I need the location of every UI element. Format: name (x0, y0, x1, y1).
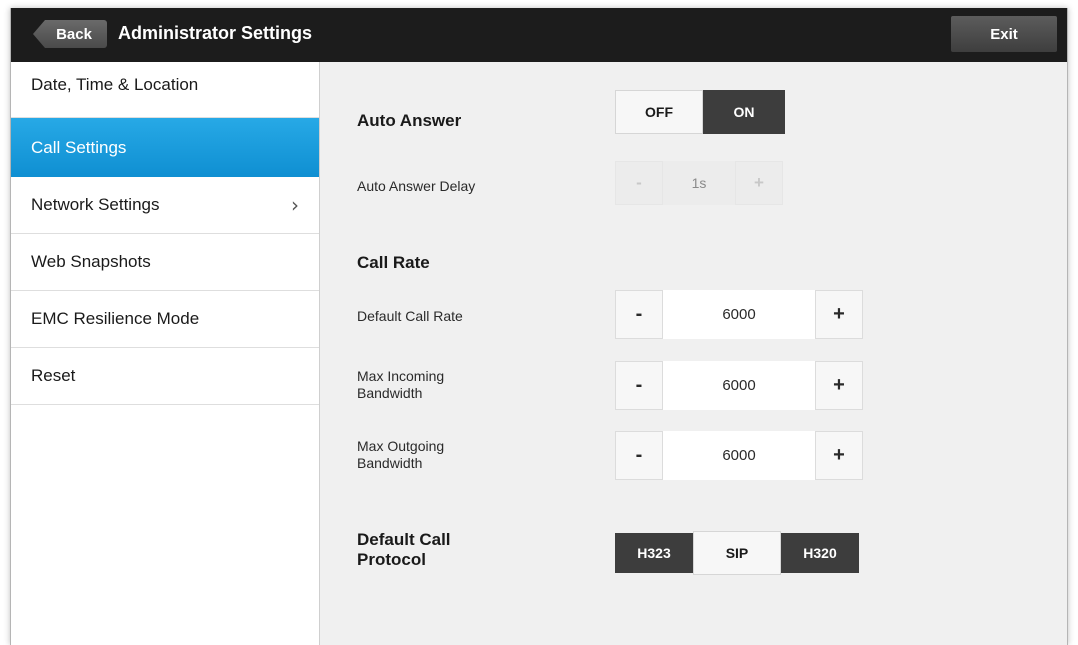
sidebar-item-web-snapshots[interactable]: Web Snapshots (11, 234, 319, 291)
sidebar-item-label: Reset (31, 366, 76, 385)
sidebar-item-label: Call Settings (31, 137, 127, 157)
decrement-button: - (615, 161, 663, 205)
page-title: Administrator Settings (118, 23, 313, 43)
auto-answer-delay-label: Auto Answer Delay (357, 178, 476, 194)
protocol-option-h320[interactable]: H320 (781, 533, 859, 573)
admin-settings-window: Back Administrator Settings Exit Date, T… (10, 8, 1068, 645)
increment-button[interactable]: + (815, 361, 863, 410)
call-rate-heading: Call Rate (357, 253, 430, 272)
decrement-button[interactable]: - (615, 290, 663, 339)
sidebar-item-label: Date, Time & Location (31, 75, 199, 94)
increment-button[interactable]: + (815, 290, 863, 339)
settings-sidebar: Date, Time & Location Call Settings Netw… (11, 62, 320, 645)
max-outgoing-bandwidth-label: Max Outgoing Bandwidth (357, 438, 445, 471)
protocol-option-sip[interactable]: SIP (693, 531, 781, 575)
protocol-option-h323[interactable]: H323 (615, 533, 693, 573)
auto-answer-delay-value: 1s (663, 161, 735, 205)
auto-answer-label: Auto Answer (357, 111, 462, 130)
default-call-protocol-label: Default Call Protocol (357, 530, 451, 569)
back-button[interactable]: Back (33, 20, 107, 48)
sidebar-item-date-time-location[interactable]: Date, Time & Location (11, 62, 319, 118)
auto-answer-toggle[interactable]: OFF ON (615, 90, 785, 134)
call-protocol-selector[interactable]: H323 SIP H320 (615, 531, 859, 575)
max-outgoing-bandwidth-stepper: - 6000 + (615, 431, 863, 480)
increment-button: + (735, 161, 783, 205)
sidebar-item-label: Network Settings (31, 195, 160, 214)
sidebar-item-reset[interactable]: Reset (11, 348, 319, 405)
top-bar: Back Administrator Settings Exit (11, 8, 1067, 62)
exit-button[interactable]: Exit (951, 16, 1057, 52)
sidebar-item-call-settings[interactable]: Call Settings (11, 118, 319, 177)
chevron-right-icon: › (291, 193, 299, 217)
sidebar-item-label: EMC Resilience Mode (31, 309, 200, 328)
decrement-button[interactable]: - (615, 361, 663, 410)
increment-button[interactable]: + (815, 431, 863, 480)
default-call-rate-value[interactable]: 6000 (663, 290, 815, 339)
sidebar-item-network-settings[interactable]: Network Settings › (11, 177, 319, 234)
sidebar-item-emc-resilience-mode[interactable]: EMC Resilience Mode (11, 291, 319, 348)
auto-answer-delay-stepper: - 1s + (615, 161, 783, 210)
auto-answer-off-option[interactable]: OFF (615, 90, 703, 134)
auto-answer-on-option[interactable]: ON (703, 90, 785, 134)
max-incoming-bandwidth-label: Max Incoming Bandwidth (357, 368, 445, 401)
max-incoming-bandwidth-stepper: - 6000 + (615, 361, 863, 410)
sidebar-item-label: Web Snapshots (31, 252, 151, 271)
call-settings-panel: Auto Answer OFF ON Auto Answer Delay - 1… (321, 62, 1067, 645)
default-call-rate-label: Default Call Rate (357, 308, 463, 324)
decrement-button[interactable]: - (615, 431, 663, 480)
default-call-rate-stepper: - 6000 + (615, 290, 863, 339)
max-outgoing-bandwidth-value[interactable]: 6000 (663, 431, 815, 480)
max-incoming-bandwidth-value[interactable]: 6000 (663, 361, 815, 410)
